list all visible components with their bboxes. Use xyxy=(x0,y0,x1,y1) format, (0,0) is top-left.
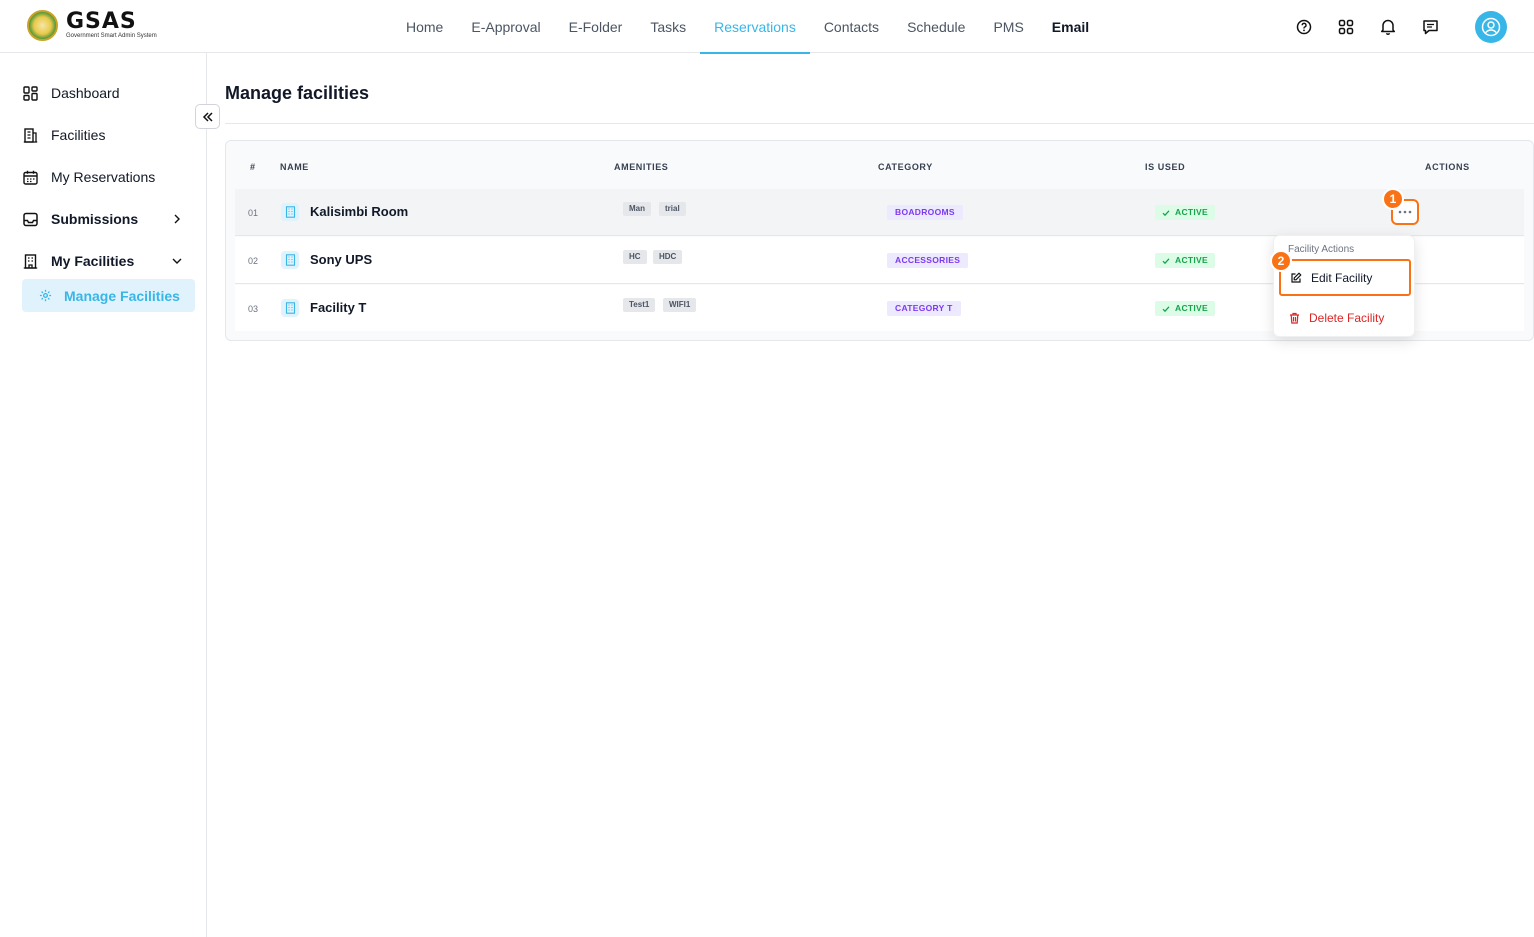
sidebar-item-label: My Facilities xyxy=(51,253,135,269)
user-avatar-icon[interactable] xyxy=(1475,10,1507,43)
step-badge: 1 xyxy=(1382,188,1404,210)
more-horizontal-icon xyxy=(1398,210,1412,214)
national-seal-icon xyxy=(27,10,58,41)
column-header-actions: ACTIONS xyxy=(1425,162,1470,172)
check-icon xyxy=(1162,257,1170,264)
amenity-tag: WIFI1 xyxy=(663,298,697,312)
double-chevron-left-icon xyxy=(202,111,213,122)
sidebar-item-label: My Reservations xyxy=(51,169,156,185)
building-icon xyxy=(281,299,299,317)
building-icon xyxy=(281,251,299,269)
sidebar-item-label: Dashboard xyxy=(51,85,120,101)
nav-contacts[interactable]: Contacts xyxy=(810,0,893,53)
status-badge: ACTIVE xyxy=(1155,205,1215,220)
logo[interactable]: GSAS Government Smart Admin System xyxy=(27,10,157,41)
building-icon xyxy=(281,203,299,221)
amenity-tag: Man xyxy=(623,202,651,216)
apps-grid-icon[interactable] xyxy=(1335,16,1357,38)
table-row[interactable]: 01 Kalisimbi Room Man trial BOADROOMS AC… xyxy=(235,189,1524,236)
main-nav: Home E-Approval E-Folder Tasks Reservati… xyxy=(392,0,1103,54)
trash-icon xyxy=(1288,312,1300,324)
nav-reservations[interactable]: Reservations xyxy=(700,0,810,54)
amenity-tag: Test1 xyxy=(623,298,656,312)
inbox-icon xyxy=(22,211,38,227)
gear-icon xyxy=(37,288,53,304)
column-header-amenities: AMENITIES xyxy=(614,162,669,172)
amenity-tag: HDC xyxy=(653,250,683,264)
status-badge: ACTIVE xyxy=(1155,253,1215,268)
chevron-right-icon xyxy=(174,214,180,224)
step-badge: 2 xyxy=(1270,250,1292,272)
delete-facility-menu-item[interactable]: Delete Facility xyxy=(1288,311,1384,325)
sidebar: Dashboard Facilities My Reservations Sub… xyxy=(0,53,207,937)
facility-name: Sony UPS xyxy=(310,252,373,267)
nav-e-folder[interactable]: E-Folder xyxy=(555,0,637,53)
nav-home[interactable]: Home xyxy=(392,0,457,53)
amenity-tag: trial xyxy=(659,202,686,216)
column-header-category: CATEGORY xyxy=(878,162,933,172)
amenity-tag: HC xyxy=(623,250,647,264)
calendar-icon xyxy=(22,169,38,185)
sidebar-item-dashboard[interactable]: Dashboard xyxy=(22,77,194,109)
column-header-name: NAME xyxy=(280,162,309,172)
sidebar-item-my-facilities[interactable]: My Facilities xyxy=(22,245,194,277)
sidebar-item-manage-facilities[interactable]: Manage Facilities xyxy=(22,279,195,312)
chat-icon[interactable] xyxy=(1419,16,1441,38)
menu-title: Facility Actions xyxy=(1288,244,1355,255)
category-badge: BOADROOMS xyxy=(887,205,963,220)
building-icon xyxy=(22,253,38,269)
brand-subtitle: Government Smart Admin System xyxy=(66,33,157,39)
column-header-number: # xyxy=(250,162,256,172)
check-icon xyxy=(1162,209,1170,216)
facility-name: Facility T xyxy=(310,300,367,315)
edit-facility-label: Edit Facility xyxy=(1311,270,1373,285)
nav-email[interactable]: Email xyxy=(1038,0,1103,53)
column-header-is-used: IS USED xyxy=(1145,162,1186,172)
chevron-down-icon xyxy=(172,258,182,264)
sidebar-item-submissions[interactable]: Submissions xyxy=(22,203,194,235)
nav-e-approval[interactable]: E-Approval xyxy=(457,0,554,53)
nav-pms[interactable]: PMS xyxy=(979,0,1037,53)
nav-tasks[interactable]: Tasks xyxy=(636,0,700,53)
status-badge: ACTIVE xyxy=(1155,301,1215,316)
delete-facility-label: Delete Facility xyxy=(1309,311,1385,325)
collapse-sidebar-button[interactable] xyxy=(195,104,220,129)
divider xyxy=(225,123,1534,124)
status-label: ACTIVE xyxy=(1175,207,1208,217)
brand-name: GSAS xyxy=(66,9,137,34)
row-number: 02 xyxy=(248,256,259,266)
edit-facility-menu-item[interactable]: Edit Facility xyxy=(1279,259,1411,296)
sidebar-item-label: Submissions xyxy=(51,211,139,227)
sidebar-item-my-reservations[interactable]: My Reservations xyxy=(22,161,194,193)
header-actions xyxy=(1293,0,1534,53)
help-icon[interactable] xyxy=(1293,16,1315,38)
category-badge: CATEGORY T xyxy=(887,301,961,316)
check-icon xyxy=(1162,305,1170,312)
sidebar-item-label: Facilities xyxy=(51,127,106,143)
row-number: 03 xyxy=(248,304,259,314)
status-label: ACTIVE xyxy=(1175,303,1208,313)
edit-icon xyxy=(1290,272,1302,284)
sidebar-item-label: Manage Facilities xyxy=(64,287,180,304)
facility-actions-menu: Facility Actions Edit Facility Delete Fa… xyxy=(1273,235,1415,337)
nav-schedule[interactable]: Schedule xyxy=(893,0,979,53)
status-label: ACTIVE xyxy=(1175,255,1208,265)
page-title: Manage facilities xyxy=(225,83,370,103)
dashboard-icon xyxy=(22,85,38,101)
sidebar-item-facilities[interactable]: Facilities xyxy=(22,119,194,151)
facility-name: Kalisimbi Room xyxy=(310,204,409,219)
category-badge: ACCESSORIES xyxy=(887,253,969,268)
row-number: 01 xyxy=(248,208,259,218)
building-icon xyxy=(22,127,38,143)
top-bar: GSAS Government Smart Admin System Home … xyxy=(0,0,1534,54)
bell-icon[interactable] xyxy=(1377,16,1399,38)
